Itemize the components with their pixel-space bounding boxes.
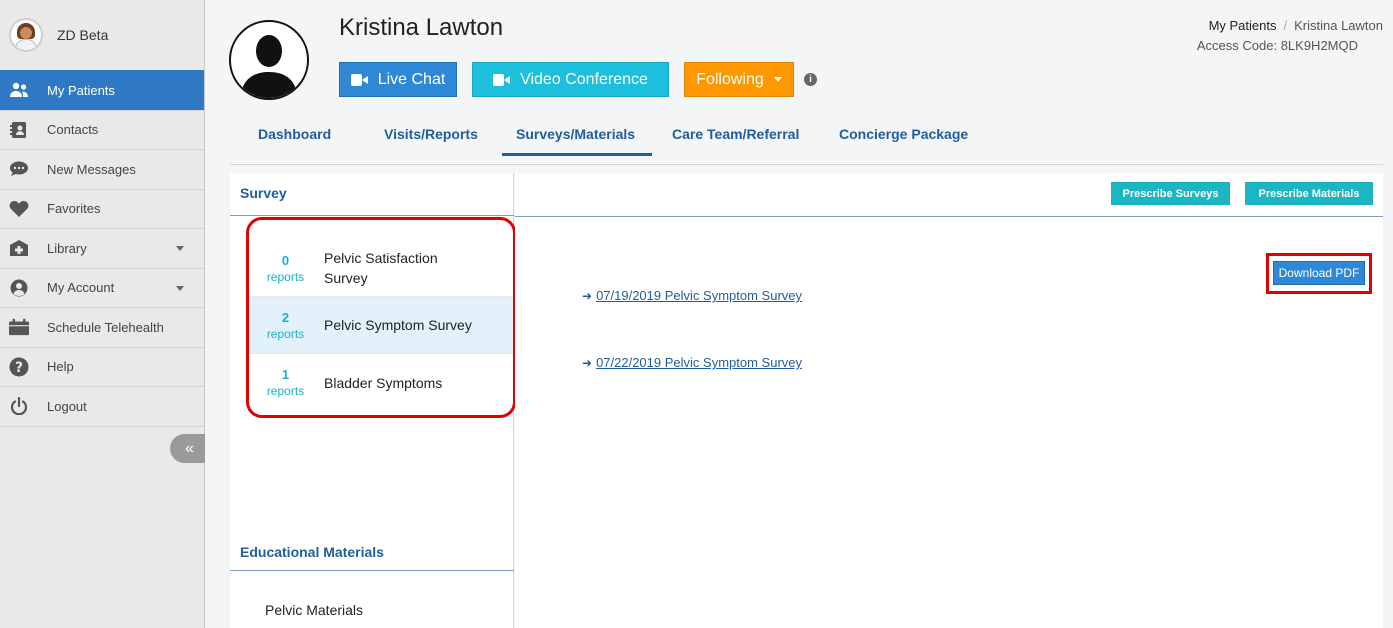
download-pdf-button[interactable]: Download PDF — [1273, 261, 1365, 285]
sidebar-item-library[interactable]: Library — [0, 228, 204, 268]
sidebar-item-label: New Messages — [47, 161, 136, 177]
section-divider — [230, 570, 514, 571]
live-chat-button[interactable]: Live Chat — [339, 62, 457, 97]
section-divider — [230, 215, 514, 216]
sidebar-item-my-patients[interactable]: My Patients — [0, 70, 204, 110]
sidebar-item-my-account[interactable]: My Account — [0, 267, 204, 308]
svg-text:?: ? — [15, 360, 23, 376]
arrow-right-icon: ➜ — [582, 355, 593, 370]
sidebar-item-label: Help — [47, 359, 74, 375]
patient-avatar — [229, 20, 309, 100]
collapse-sidebar-button[interactable]: « — [170, 434, 205, 463]
chevron-down-icon — [176, 246, 184, 251]
user-circle-icon — [9, 278, 29, 298]
video-camera-icon — [350, 73, 368, 86]
arrow-right-icon: ➜ — [582, 288, 593, 303]
patient-name: Kristina Lawton — [339, 14, 504, 41]
following-dropdown-button[interactable]: Following — [684, 62, 794, 97]
brand[interactable]: ZD Beta — [0, 0, 204, 70]
person-silhouette-icon — [241, 35, 297, 98]
caret-down-icon — [773, 77, 782, 82]
sidebar-divider — [0, 425, 204, 427]
video-camera-icon — [493, 73, 511, 86]
chevron-down-icon — [176, 285, 184, 291]
material-item-pelvic[interactable]: Pelvic Materials — [265, 602, 363, 618]
report-link[interactable]: ➜ 07/19/2019 Pelvic Symptom Survey — [582, 288, 802, 303]
chat-bubble-icon — [9, 159, 29, 179]
tab-bar: Dashboard Visits/Reports Surveys/Materia… — [230, 112, 1383, 165]
tab-surveys-materials[interactable]: Surveys/Materials — [516, 126, 635, 142]
following-label: Following — [696, 70, 764, 88]
sidebar-item-favorites[interactable]: Favorites — [0, 188, 204, 229]
sidebar-item-new-messages[interactable]: New Messages — [0, 149, 204, 189]
prescribe-materials-button[interactable]: Prescribe Materials — [1245, 182, 1373, 205]
address-book-icon — [9, 120, 29, 140]
live-chat-label: Live Chat — [377, 70, 446, 88]
sidebar-item-label: Favorites — [47, 201, 101, 217]
sidebar-nav: My Patients Contacts New Messages Favori… — [0, 70, 204, 426]
survey-list-highlight — [246, 217, 516, 418]
sidebar: ZD Beta My Patients Contacts New Message… — [0, 0, 205, 628]
brand-avatar — [9, 18, 43, 52]
video-conference-label: Video Conference — [520, 70, 648, 88]
reports-panel: Prescribe Surveys Prescribe Materials Do… — [515, 173, 1383, 628]
sidebar-item-logout[interactable]: Logout — [0, 386, 204, 426]
tab-visits-reports[interactable]: Visits/Reports — [384, 126, 478, 142]
sidebar-item-contacts[interactable]: Contacts — [0, 109, 204, 150]
report-link[interactable]: ➜ 07/22/2019 Pelvic Symptom Survey — [582, 355, 802, 370]
active-tab-indicator — [502, 153, 652, 156]
breadcrumb-separator: / — [1283, 18, 1288, 33]
section-divider — [515, 216, 1383, 217]
info-icon[interactable]: i — [804, 73, 817, 86]
breadcrumb: My Patients / Kristina Lawton — [1209, 18, 1383, 33]
prescribe-surveys-button[interactable]: Prescribe Surveys — [1111, 182, 1230, 205]
survey-section-title: Survey — [240, 185, 287, 201]
power-icon — [9, 396, 29, 416]
sidebar-item-label: My Patients — [47, 82, 115, 98]
tab-dashboard[interactable]: Dashboard — [258, 126, 331, 142]
sidebar-item-label: Library — [47, 240, 87, 256]
users-icon — [9, 80, 29, 100]
breadcrumb-current: Kristina Lawton — [1294, 18, 1383, 33]
sidebar-item-schedule-telehealth[interactable]: Schedule Telehealth — [0, 307, 204, 347]
sidebar-item-label: Schedule Telehealth — [47, 319, 164, 335]
video-conference-button[interactable]: Video Conference — [472, 62, 669, 97]
heart-icon — [9, 199, 29, 219]
sidebar-item-help[interactable]: ? Help — [0, 346, 204, 387]
sidebar-item-label: Logout — [47, 398, 87, 414]
tab-concierge-package[interactable]: Concierge Package — [839, 126, 968, 142]
breadcrumb-my-patients[interactable]: My Patients — [1209, 18, 1277, 33]
library-icon — [9, 238, 29, 258]
brand-name: ZD Beta — [57, 27, 109, 43]
question-icon: ? — [9, 357, 29, 377]
access-code: Access Code: 8LK9H2MQD — [1196, 38, 1358, 53]
educational-materials-title: Educational Materials — [240, 544, 384, 560]
sidebar-item-label: Contacts — [47, 122, 99, 138]
tab-care-team-referral[interactable]: Care Team/Referral — [672, 126, 799, 142]
calendar-icon — [9, 317, 29, 337]
sidebar-item-label: My Account — [47, 280, 115, 296]
